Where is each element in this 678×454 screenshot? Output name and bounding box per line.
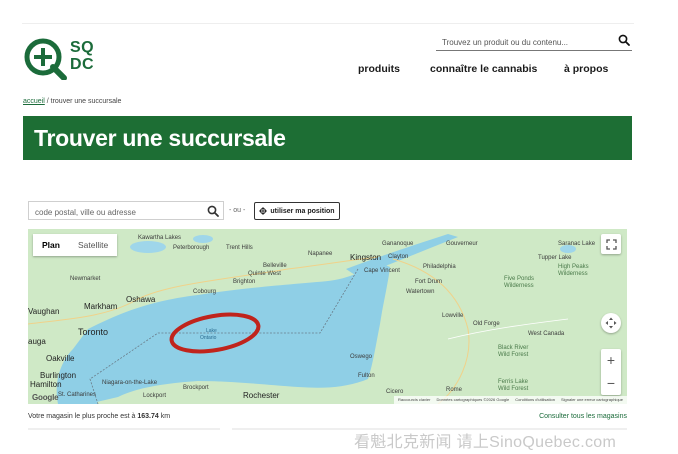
map-label-mississauga: auga xyxy=(28,337,46,346)
map-label-capevincent: Cape Vincent xyxy=(364,268,400,274)
map-label-newmarket: Newmarket xyxy=(70,276,101,282)
logo-mark-icon xyxy=(24,38,67,81)
map-label-trent: Trent Hills xyxy=(226,245,253,251)
map-label-st-catharines: St. Catharines xyxy=(58,392,97,398)
map-label-fiveponds: Five Ponds Wilderness xyxy=(504,276,535,289)
map-label-hamilton: Hamilton xyxy=(30,380,62,389)
map-label-blackriver: Black River Wild Forest xyxy=(498,345,529,358)
map-label-quinte: Quinte West xyxy=(248,271,281,277)
title-banner: Trouver une succursale xyxy=(23,116,632,160)
map-label-oswego: Oswego xyxy=(350,354,373,360)
map-type-satellite[interactable]: Satellite xyxy=(69,234,117,256)
zoom-out-button[interactable]: − xyxy=(601,372,621,395)
zoom-in-button[interactable]: + xyxy=(601,349,621,372)
map-label-fulton: Fulton xyxy=(358,373,375,379)
map-label-ferris: Ferris Lake Wild Forest xyxy=(498,379,529,392)
map-label-gananoque: Gananoque xyxy=(382,241,414,247)
use-my-position-label: utiliser ma position xyxy=(270,207,335,215)
attribution-shortcuts[interactable]: Raccourcis clavier xyxy=(398,396,430,404)
map-label-belleville: Belleville xyxy=(263,263,287,269)
see-all-stores-link[interactable]: Consulter tous les magasins xyxy=(539,413,627,420)
map-label-kingston: Kingston xyxy=(350,253,382,262)
search-icon[interactable] xyxy=(618,34,630,46)
map-label-toronto: Toronto xyxy=(78,327,109,337)
map-label-fortdrum: Fort Drum xyxy=(415,279,442,285)
nav-a-propos[interactable]: à propos xyxy=(564,63,608,75)
attribution-data: Données cartographiques ©2026 Google xyxy=(436,397,510,402)
map-label-napanee: Napanee xyxy=(308,251,333,257)
search-icon[interactable] xyxy=(207,205,219,217)
google-logo: Google xyxy=(32,393,59,402)
sqdc-logo[interactable]: SQ DC xyxy=(22,36,112,81)
map-label-lockport: Lockport xyxy=(143,393,167,399)
map-label-kawartha: Kawartha Lakes xyxy=(138,235,182,241)
map-label-cicero: Cicero xyxy=(386,389,404,395)
map-label-brighton: Brighton xyxy=(233,279,256,285)
map-label-lowville: Lowville xyxy=(442,313,464,319)
map-label-oldforge: Old Forge xyxy=(473,321,500,327)
map-label-lake: Lake xyxy=(206,328,217,334)
map-attribution: Raccourcis clavier Données cartographiqu… xyxy=(394,396,627,404)
page-title: Trouver une succursale xyxy=(34,125,286,151)
attribution-terms[interactable]: Conditions d'utilisation xyxy=(515,396,555,404)
result-divider-left xyxy=(28,428,220,430)
map-label-saranac: Saranac Lake xyxy=(558,241,596,247)
store-map[interactable]: Kawartha Lakes Peterborough Trent Hills … xyxy=(28,229,627,404)
map-label-ontario: Ontario xyxy=(200,335,217,341)
map-label-cobourg: Cobourg xyxy=(193,289,217,295)
zoom-control: + − xyxy=(601,349,621,395)
crosshair-icon xyxy=(259,207,268,215)
map-label-rome: Rome xyxy=(446,387,463,393)
map-type-toggle: Plan Satellite xyxy=(33,234,118,256)
logo-wordmark: SQ DC xyxy=(70,39,95,73)
top-divider xyxy=(22,23,634,24)
map-label-oshawa: Oshawa xyxy=(126,295,156,304)
map-label-markham: Markham xyxy=(84,302,118,311)
or-separator: - ou - xyxy=(229,207,246,214)
nearest-store-text: Votre magasin le plus proche est à 163.7… xyxy=(28,413,171,420)
breadcrumb-current: trouver une succursale xyxy=(50,98,122,105)
watermark: 看魁北克新闻 请上SinoQuebec.com xyxy=(354,434,617,451)
map-label-peterborough: Peterborough xyxy=(173,245,210,251)
map-label-oakville: Oakville xyxy=(46,354,75,363)
map-label-burlington: Burlington xyxy=(40,371,77,380)
map-label-tupper: Tupper Lake xyxy=(538,255,572,261)
header-search xyxy=(436,32,632,51)
map-label-gouverneur: Gouverneur xyxy=(446,241,478,247)
breadcrumb: accueil / trouver une succursale xyxy=(23,98,121,105)
map-label-rochester: Rochester xyxy=(243,391,280,400)
fullscreen-icon xyxy=(605,238,617,250)
map-label-highpeaks: High Peaks Wilderness xyxy=(558,264,589,277)
map-label-brockport: Brockport xyxy=(183,385,209,391)
nav-connaitre-le-cannabis[interactable]: connaître le cannabis xyxy=(430,63,537,75)
map-label-westcanada: West Canada xyxy=(528,331,565,337)
product-search-input[interactable] xyxy=(436,34,612,51)
nearest-store-distance: 163.74 xyxy=(137,413,159,420)
map-label-vaughan: Vaughan xyxy=(28,307,60,316)
nav-produits[interactable]: produits xyxy=(358,63,400,75)
map-label-watertown: Watertown xyxy=(406,289,435,295)
map-label-niagara: Niagara-on-the-Lake xyxy=(102,380,158,386)
camera-control-button[interactable] xyxy=(601,313,621,333)
pan-arrows-icon xyxy=(605,317,617,329)
use-my-position-button[interactable]: utiliser ma position xyxy=(254,202,340,220)
attribution-report[interactable]: Signaler une erreur cartographique xyxy=(561,396,623,404)
map-label-philadelphia: Philadelphia xyxy=(423,264,456,270)
main-nav: produits connaître le cannabis à propos xyxy=(340,63,620,77)
fullscreen-button[interactable] xyxy=(601,234,621,254)
map-label-clayton: Clayton xyxy=(388,254,409,260)
breadcrumb-home[interactable]: accueil xyxy=(23,98,45,105)
location-search xyxy=(28,201,224,221)
location-input[interactable] xyxy=(29,204,205,221)
map-type-plan[interactable]: Plan xyxy=(33,234,69,256)
